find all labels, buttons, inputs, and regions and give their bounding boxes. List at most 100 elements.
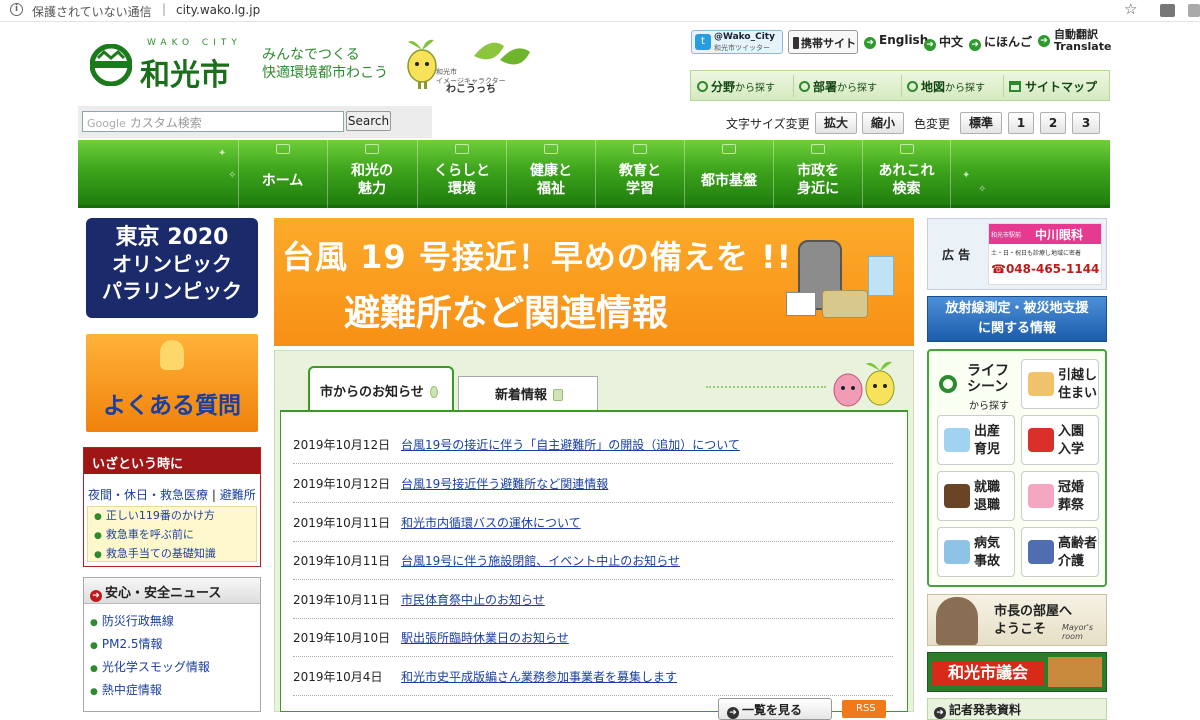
life-ceremony-button[interactable]: 冠婚 葬祭 <box>1021 471 1099 521</box>
safety-news-title: 安心・安全ニュース <box>105 586 222 601</box>
notice-link[interactable]: 市民体育祭中止のお知らせ <box>401 593 545 607</box>
nav-health[interactable]: 健康と 福祉 <box>506 140 595 208</box>
safety-item[interactable]: ● 光化学スモッグ情報 <box>90 658 210 675</box>
twitter-link[interactable]: t @Wako_City 和光市ツイッター <box>691 30 783 54</box>
find-by-map-link[interactable]: 地図から探す <box>907 78 985 95</box>
safety-item[interactable]: ● 防災行政無線 <box>90 612 174 629</box>
home-icon <box>275 144 290 154</box>
twitter-bird-icon: t <box>695 34 711 50</box>
color-2-button[interactable]: 2 <box>1040 112 1066 134</box>
safety-item-link[interactable]: 熱中症情報 <box>102 683 162 697</box>
mobile-phone-icon <box>793 37 799 49</box>
document-icon <box>553 389 564 401</box>
list-item: 2019年10月10日 駅出張所臨時休業日のお知らせ <box>293 629 893 657</box>
notice-link[interactable]: 駅出張所臨時休業日のお知らせ <box>401 631 569 645</box>
safety-item[interactable]: ● 熱中症情報 <box>90 681 162 698</box>
safety-item-link[interactable]: 光化学スモッグ情報 <box>102 660 210 674</box>
banner-line-1: 台風 19 号接近！早めの備えを !! <box>282 238 793 276</box>
nav-living[interactable]: くらしと 環境 <box>417 140 506 208</box>
tab-city-notices[interactable]: 市からのお知らせ <box>308 366 454 410</box>
view-all-button[interactable]: ➜ 一覧を見る <box>718 698 832 720</box>
lang-chinese-link[interactable]: ➜ 中文 <box>924 33 963 51</box>
sitemap-icon <box>1009 81 1021 92</box>
sitemap-link[interactable]: サイトマップ <box>1009 78 1097 95</box>
advertisement[interactable]: 広 告 和光市駅前 中川眼科 土・日・祝日も診療し地域に密着 ☎048-465-1… <box>927 218 1107 290</box>
lang-japanese-link[interactable]: ➜ にほんご <box>969 33 1032 51</box>
find-by-dept-link[interactable]: 部署から探す <box>799 78 877 95</box>
press-release-link[interactable]: ➜ 記者発表資料 <box>927 698 1107 720</box>
profile-icon[interactable] <box>1188 4 1200 17</box>
emergency-item-link[interactable]: 救急車を呼ぶ前に <box>106 528 194 541</box>
search-input[interactable]: Google カスタム検索 <box>82 111 344 132</box>
life-job-button[interactable]: 就職 退職 <box>937 471 1015 521</box>
emergency-medical-link[interactable]: 夜間・休日・救急医療 <box>88 488 208 502</box>
notice-link[interactable]: 台風19号の接近に伴う「自主避難所」の開設（追加）について <box>401 438 740 452</box>
tagline-line-1: みんなでつくる <box>262 47 360 63</box>
life-illness-label-1: 病気 <box>974 536 1001 551</box>
notice-link[interactable]: 和光市内循環バスの運休について <box>401 516 581 530</box>
life-moving-button[interactable]: 引越し 住まい <box>1021 359 1099 409</box>
faq-label: よくある質問 <box>103 393 241 419</box>
nav-charm[interactable]: 和光の 魅力 <box>327 140 416 208</box>
life-ceremony-label-1: 冠婚 <box>1058 480 1085 495</box>
font-enlarge-button[interactable]: 拡大 <box>815 112 857 134</box>
city-council-banner[interactable]: 和光市議会 <box>927 652 1107 692</box>
safety-item-link[interactable]: PM2.5情報 <box>102 637 163 651</box>
extension-icon[interactable] <box>1160 4 1175 17</box>
mayor-room-banner[interactable]: 市長の部屋へ ようこそ Mayor's room <box>927 594 1107 646</box>
life-illness-button[interactable]: 病気 事故 <box>937 527 1015 577</box>
safety-item-link[interactable]: 防災行政無線 <box>102 614 174 628</box>
lang-english-link[interactable]: ➜ English <box>864 33 928 49</box>
shelter-link[interactable]: 避難所 <box>220 488 256 502</box>
notice-date: 2019年10月11日 <box>293 554 391 568</box>
search-button[interactable]: Search <box>346 111 391 131</box>
color-3-button[interactable]: 3 <box>1072 112 1100 134</box>
nav-city-admin[interactable]: 市政を 身近に <box>773 140 862 208</box>
rss-button[interactable]: RSS <box>842 700 886 718</box>
safety-news-box: ➜ 安心・安全ニュース ● 防災行政無線 ● PM2.5情報 ● 光化学スモッグ情報 ●… <box>83 577 261 712</box>
color-standard-button[interactable]: 標準 <box>960 112 1002 134</box>
emergency-item[interactable]: ● 正しい119番のかけ方 <box>88 507 256 526</box>
address-url[interactable]: city.wako.lg.jp <box>176 3 260 17</box>
life-elderly-button[interactable]: 高齢者 介護 <box>1021 527 1099 577</box>
find-by-dept-label: 部署 <box>813 80 838 94</box>
mayor-photo <box>936 597 978 645</box>
info-icon[interactable]: i <box>10 3 23 16</box>
water-bottles-icon <box>868 256 894 296</box>
city-emblem-icon[interactable] <box>90 44 132 86</box>
ad-banner[interactable]: 和光市駅前 中川眼科 土・日・祝日も診療し地域に密着 ☎048-465-1144 <box>988 223 1102 285</box>
nav-home[interactable]: ホーム <box>238 140 326 208</box>
list-item: 2019年10月4日 和光市史平成版編さん業務参加事業者を募集します <box>293 668 893 696</box>
notice-link[interactable]: 台風19号接近伴う避難所など関連情報 <box>401 477 608 491</box>
faq-banner[interactable]: よくある質問 <box>86 334 258 432</box>
list-item: 2019年10月11日 和光市内循環バスの運休について <box>293 514 893 542</box>
find-by-field-link[interactable]: 分野から探す <box>697 78 775 95</box>
cityhall-icon <box>811 144 825 154</box>
notice-link[interactable]: 台風19号に伴う施設閉館、イベント中止のお知らせ <box>401 554 680 568</box>
emergency-item[interactable]: ● 救急手当ての基礎知識 <box>88 545 256 564</box>
mascot-caption-1: 和光市 <box>436 68 457 76</box>
life-title-2: シーン <box>967 379 1009 395</box>
safety-item[interactable]: ● PM2.5情報 <box>90 635 163 652</box>
emergency-item-link[interactable]: 救急手当ての基礎知識 <box>106 547 216 560</box>
radiation-info-banner[interactable]: 放射線測定・被災地支援 に関する情報 <box>927 296 1107 342</box>
nav-infrastructure[interactable]: 都市基盤 <box>684 140 773 208</box>
emergency-item-link[interactable]: 正しい119番のかけ方 <box>106 509 215 522</box>
emergency-item[interactable]: ● 救急車を呼ぶ前に <box>88 526 256 545</box>
life-ceremony-label-2: 葬祭 <box>1058 498 1085 513</box>
mobile-site-button[interactable]: 携帯サイト <box>788 30 858 54</box>
emergency-link-separator: | <box>211 488 216 502</box>
nav-education[interactable]: 教育と 学習 <box>595 140 684 208</box>
life-school-button[interactable]: 入園 入学 <box>1021 415 1099 465</box>
tab-new-info[interactable]: 新着情報 <box>458 376 598 410</box>
star-icon[interactable]: ☆ <box>1124 0 1137 18</box>
nav-search-misc-label-2: 検索 <box>892 181 921 197</box>
logo-name[interactable]: 和光市 <box>140 50 230 94</box>
color-1-button[interactable]: 1 <box>1008 112 1034 134</box>
font-shrink-button[interactable]: 縮小 <box>862 112 904 134</box>
notice-link[interactable]: 和光市史平成版編さん業務参加事業者を募集します <box>401 670 677 684</box>
life-birth-button[interactable]: 出産 育児 <box>937 415 1015 465</box>
olympic-banner[interactable]: 東京 2020 オリンピック パラリンピック <box>86 218 258 318</box>
search-icon <box>799 81 810 92</box>
nav-search-misc[interactable]: あれこれ 検索 <box>862 140 951 208</box>
